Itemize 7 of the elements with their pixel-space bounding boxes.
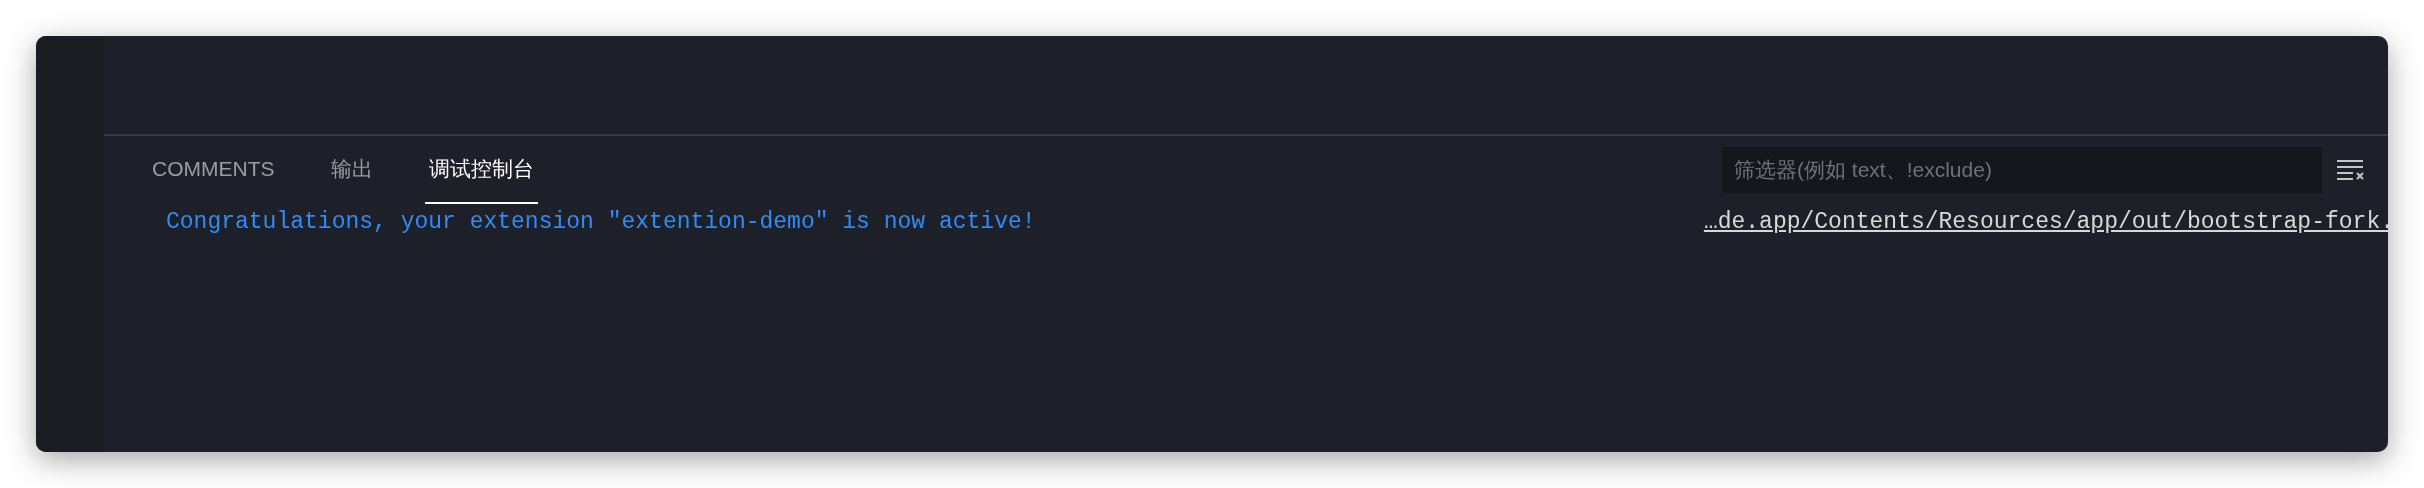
panel-tab[interactable]: COMMENTS <box>148 136 279 204</box>
filter-field[interactable]: 筛选器(例如 text、!exclude) <box>1722 147 2322 193</box>
clear-list-icon <box>2336 158 2366 182</box>
console-message: Congratulations, your extension "extention-demo" is now active! <box>166 209 1037 235</box>
panel-tab[interactable]: 调试控制台 <box>424 136 538 204</box>
source-link[interactable]: …de.app/Contents/Resources/app/out/bootstrap-fork. <box>1703 209 2388 235</box>
panel-tab[interactable]: 输出 <box>326 136 377 204</box>
